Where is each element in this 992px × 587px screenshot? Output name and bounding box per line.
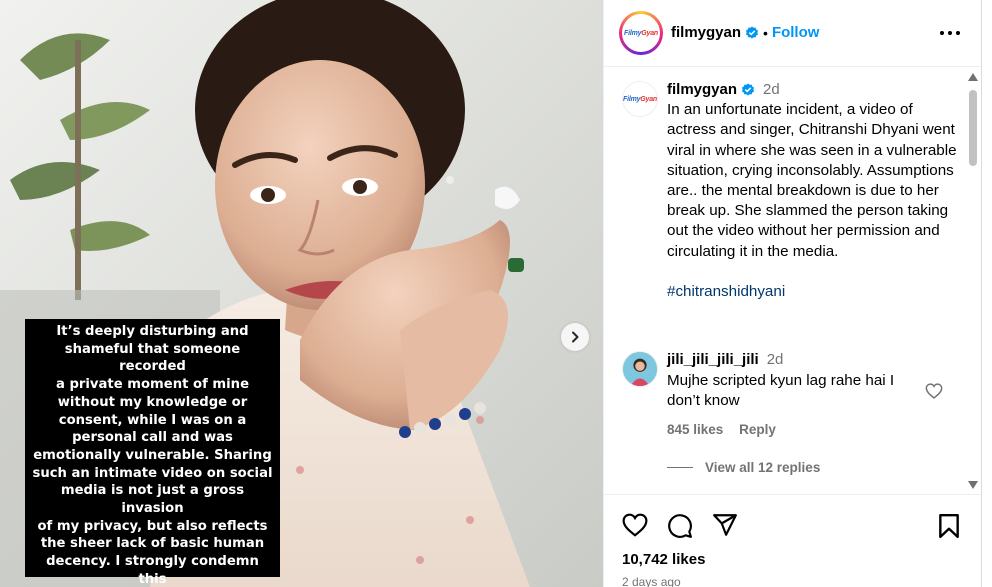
chevron-right-icon <box>572 331 579 343</box>
commenter-username[interactable]: jili_jili_jili_jili <box>667 351 759 368</box>
reply-button[interactable]: Reply <box>739 422 776 437</box>
view-replies-button[interactable]: View all 12 replies <box>667 460 820 475</box>
like-button[interactable] <box>622 513 648 542</box>
bookmark-icon <box>939 513 959 539</box>
comment-icon <box>668 514 692 538</box>
share-button[interactable] <box>712 513 738 542</box>
view-replies-label: View all 12 replies <box>705 460 821 475</box>
verified-icon <box>742 83 755 96</box>
post-header: FilmyGyan filmygyan • Follow <box>604 0 982 67</box>
share-icon <box>713 514 737 536</box>
filmygyan-logo-small: FilmyGyan <box>623 95 658 103</box>
save-button[interactable] <box>938 513 960 544</box>
hashtag-link[interactable]: #chitranshidhyani <box>667 282 957 302</box>
comment-meta: 845 likes Reply <box>667 422 776 437</box>
separator-dot: • <box>763 24 768 41</box>
scroll-down-icon[interactable] <box>968 481 978 489</box>
commenter-avatar[interactable] <box>622 351 658 387</box>
replies-divider <box>667 467 693 468</box>
heart-icon <box>622 513 648 537</box>
caption-username[interactable]: filmygyan <box>667 80 737 100</box>
verified-icon <box>746 26 759 38</box>
commenter-photo <box>623 352 657 386</box>
post-details-panel: FilmyGyan filmygyan • Follow FilmyGyan f… <box>603 0 982 587</box>
follow-button[interactable]: Follow <box>772 24 820 41</box>
comment-text: Mujhe scripted kyun lag rahe hai I don’t… <box>667 372 895 410</box>
post-caption: filmygyan 2d In an unfortunate incident,… <box>667 80 957 302</box>
next-media-button[interactable] <box>561 323 589 351</box>
post-date[interactable]: 2 days ago <box>622 575 681 587</box>
caption-timestamp[interactable]: 2d <box>763 80 780 100</box>
likes-count[interactable]: 10,742 likes <box>622 551 705 568</box>
author-username[interactable]: filmygyan <box>671 24 741 41</box>
scrollbar-thumb[interactable] <box>969 90 977 166</box>
comment-like-button[interactable] <box>925 383 943 404</box>
caption-text: In an unfortunate incident, a video of a… <box>667 101 957 260</box>
comment-timestamp[interactable]: 2d <box>767 351 784 368</box>
comment-likes[interactable]: 845 likes <box>667 422 723 437</box>
comment-header: jili_jili_jili_jili 2d <box>667 351 783 368</box>
author-avatar[interactable]: FilmyGyan <box>619 11 663 55</box>
heart-icon <box>925 383 943 399</box>
more-options-button[interactable] <box>938 25 962 41</box>
comment-button[interactable] <box>667 513 693 544</box>
comments-scrollbar[interactable] <box>966 68 980 494</box>
post-media[interactable]: It’s deeply disturbing and shameful that… <box>0 0 603 587</box>
comments-area[interactable]: FilmyGyan filmygyan 2d In an unfortunate… <box>604 68 969 494</box>
action-bar: 10,742 likes 2 days ago <box>604 494 982 587</box>
caption-author-avatar[interactable]: FilmyGyan <box>622 81 658 117</box>
story-overlay-text: It’s deeply disturbing and shameful that… <box>25 319 280 587</box>
filmygyan-logo: FilmyGyan <box>624 29 659 37</box>
window-edge <box>981 0 992 587</box>
more-icon <box>940 31 960 35</box>
scroll-up-icon[interactable] <box>968 73 978 81</box>
